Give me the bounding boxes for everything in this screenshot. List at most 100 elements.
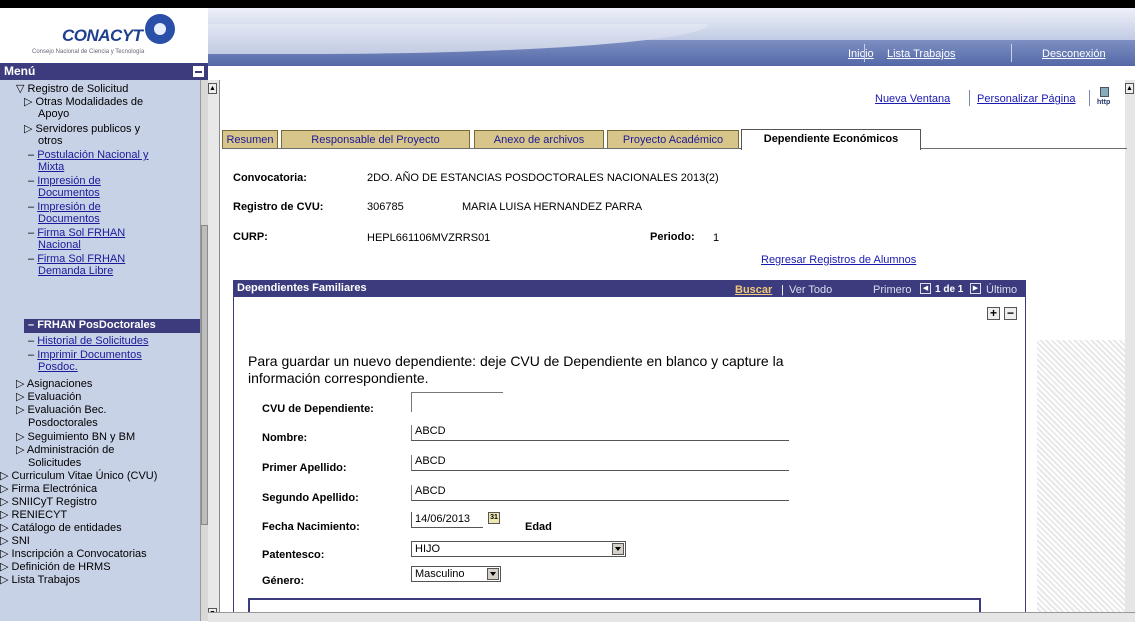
grid-title: Dependientes Familiares	[237, 282, 367, 294]
instruction-line-1: Para guardar un nuevo dependiente: deje …	[248, 353, 784, 369]
cvu-value: 306785	[367, 201, 404, 213]
menu-title: Menú	[4, 64, 36, 78]
page-scroll-up-icon[interactable]: ▲	[1125, 83, 1134, 94]
sidebar-item-impresion-2[interactable]: Documentos	[38, 213, 100, 225]
sidebar-item-inscripcion[interactable]: ▷ Inscripción a Convocatorias	[0, 548, 147, 560]
sidebar-item-hrms[interactable]: ▷ Definición de HRMS	[0, 561, 111, 573]
tab-anexo[interactable]: Anexo de archivos	[474, 130, 604, 148]
sidebar-item-evaluacion-bec[interactable]: Posdoctorales	[28, 417, 98, 429]
parentesco-select[interactable]: HIJO	[411, 541, 626, 557]
page-count: 1 de 1	[935, 284, 964, 295]
header-divider	[1011, 44, 1012, 62]
sidebar-scroll-thumb[interactable]	[201, 225, 208, 525]
sidebar-item-frhan-posdoctorales[interactable]: – FRHAN PosDoctorales	[24, 319, 200, 333]
instruction-note: Para guardar un nuevo dependiente: deje …	[248, 353, 784, 387]
view-all-link[interactable]: Ver Todo	[789, 284, 832, 296]
sidebar-item-seguimiento[interactable]: ▷ Seguimiento BN y BM	[16, 431, 135, 443]
search-link[interactable]: Buscar	[735, 284, 772, 296]
curp-label: CURP:	[233, 231, 268, 243]
sidebar-item-firma-nacional[interactable]: – Firma Sol FRHAN	[28, 227, 125, 239]
grid-divider: |	[781, 284, 784, 296]
next-page-icon[interactable]: ▶	[970, 283, 981, 294]
grid-header: Dependientes Familiares Buscar | Ver Tod…	[233, 280, 1026, 297]
sidebar-item-postulacion[interactable]: Mixta	[38, 161, 64, 173]
nombre-input[interactable]: ABCD	[411, 425, 789, 441]
sidebar-item-impresion-2[interactable]: – Impresión de	[28, 201, 101, 213]
chevron-down-icon[interactable]	[612, 543, 624, 555]
home-link[interactable]: Inicio	[848, 48, 874, 60]
sidebar-item-administracion[interactable]: ▷ Administración de	[16, 444, 114, 456]
edad-label: Edad	[525, 521, 552, 533]
parentesco-label: Patentesco:	[262, 549, 325, 561]
sidebar-item-registro[interactable]: ▽ Registro de Solicitud	[16, 83, 128, 95]
nombre-label: Nombre:	[262, 432, 308, 444]
prev-page-icon[interactable]: ◀	[920, 283, 931, 294]
sidebar-item-historial[interactable]: – Historial de Solicitudes	[28, 335, 148, 347]
tab-dependiente-economicos[interactable]: Dependiente Económicos	[741, 129, 921, 150]
segundo-apellido-input[interactable]: ABCD	[411, 485, 789, 501]
sidebar-item-administracion[interactable]: Solicitudes	[28, 457, 81, 469]
work-list-link[interactable]: Lista Trabajos	[887, 48, 955, 60]
sidebar-item-sniicyt[interactable]: ▷ SNIICyT Registro	[0, 496, 97, 508]
sidebar-item-firma-demanda[interactable]: Demanda Libre	[38, 265, 113, 277]
toplink-divider	[969, 90, 970, 106]
sidebar-item-postulacion[interactable]: – Postulación Nacional y	[28, 149, 148, 161]
sidebar-item-servidores[interactable]: ▷ Servidores publicos y	[24, 123, 140, 135]
tab-proyecto-academico[interactable]: Proyecto Académico	[607, 130, 739, 148]
personalize-page-link[interactable]: Personalizar Página	[977, 93, 1075, 105]
sidebar-item-otras-modalidades[interactable]: Apoyo	[38, 108, 69, 120]
sidebar-item-impresion-1[interactable]: – Impresión de	[28, 175, 101, 187]
sidebar-item-imprimir[interactable]: Posdoc.	[38, 361, 78, 373]
sidebar-item-servidores[interactable]: otros	[38, 135, 62, 147]
applicant-name: MARIA LUISA HERNANDEZ PARRA	[462, 201, 643, 213]
cvu-dependent-label: CVU de Dependiente:	[262, 403, 374, 415]
sidebar-item-reniecyt[interactable]: ▷ RENIECYT	[0, 509, 67, 521]
sidebar: ▽ Registro de Solicitud ▷ Otras Modalida…	[0, 80, 200, 621]
cvu-dependent-input[interactable]	[411, 392, 503, 412]
tab-responsable[interactable]: Responsable del Proyecto	[281, 130, 470, 148]
new-window-link[interactable]: Nueva Ventana	[875, 93, 950, 105]
logout-link[interactable]: Desconexión	[1042, 48, 1106, 60]
sidebar-item-evaluacion[interactable]: ▷ Evaluación	[16, 391, 81, 403]
parentesco-value: HIJO	[415, 543, 441, 555]
primer-apellido-label: Primer Apellido:	[262, 462, 347, 474]
last-link[interactable]: Último	[986, 284, 1017, 296]
collapse-menu-icon[interactable]	[193, 66, 204, 77]
first-link[interactable]: Primero	[873, 284, 912, 296]
fecha-nacimiento-input[interactable]: 14/06/2013	[411, 512, 483, 528]
periodo-label: Periodo:	[650, 231, 695, 243]
sidebar-item-imprimir[interactable]: – Imprimir Documentos	[28, 349, 142, 361]
sidebar-item-sni[interactable]: ▷ SNI	[0, 535, 30, 547]
genero-select[interactable]: Masculino	[411, 566, 501, 582]
http-icon[interactable]: http	[1097, 87, 1113, 109]
tab-resumen[interactable]: Resumen	[222, 130, 278, 148]
calendar-icon[interactable]: 31	[488, 512, 500, 524]
sidebar-item-otras-modalidades[interactable]: ▷ Otras Modalidades de	[24, 96, 143, 108]
menu-header: Menú	[0, 63, 208, 80]
delete-row-icon[interactable]: −	[1004, 307, 1017, 320]
sidebar-item-cvu[interactable]: ▷ Curriculum Vitae Único (CVU)	[0, 470, 157, 482]
sidebar-item-firma-nacional[interactable]: Nacional	[38, 239, 81, 251]
sidebar-item-firma-electronica[interactable]: ▷ Firma Electrónica	[0, 483, 97, 495]
sidebar-item-impresion-1[interactable]: Documentos	[38, 187, 100, 199]
genero-label: Género:	[262, 575, 305, 587]
instruction-line-2: información correspondiente.	[248, 370, 429, 386]
top-border	[0, 0, 1135, 8]
genero-value: Masculino	[415, 568, 465, 580]
page-scrollbar[interactable]: ▲	[1125, 80, 1135, 621]
scroll-up-icon[interactable]: ▲	[208, 83, 217, 94]
add-row-icon[interactable]: +	[987, 307, 1000, 320]
chevron-down-icon[interactable]	[487, 568, 499, 580]
sidebar-item-asignaciones[interactable]: ▷ Asignaciones	[16, 378, 92, 390]
convocatoria-label: Convocatoria:	[233, 172, 307, 184]
sidebar-item-lista-trabajos[interactable]: ▷ Lista Trabajos	[0, 574, 80, 586]
toplink-divider	[1089, 90, 1090, 106]
right-gutter	[1037, 340, 1125, 621]
sidebar-item-evaluacion-bec[interactable]: ▷ Evaluación Bec.	[16, 404, 106, 416]
return-students-link[interactable]: Regresar Registros de Alumnos	[761, 254, 916, 266]
sidebar-item-catalogo[interactable]: ▷ Catálogo de entidades	[0, 522, 122, 534]
primer-apellido-input[interactable]: ABCD	[411, 455, 789, 471]
periodo-value: 1	[713, 232, 720, 244]
sidebar-item-firma-demanda[interactable]: – Firma Sol FRHAN	[28, 253, 125, 265]
content-scrollbar[interactable]: ▲ ▼	[208, 80, 220, 621]
